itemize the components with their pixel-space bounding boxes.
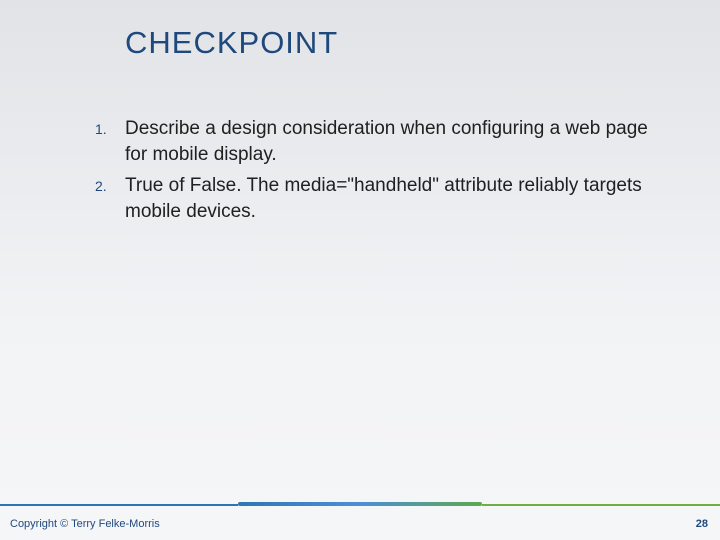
slide-title: CHECKPOINT — [125, 25, 338, 61]
item-number: 1. — [95, 116, 125, 167]
copyright-text: Copyright © Terry Felke-Morris — [10, 518, 160, 530]
page-number: 28 — [696, 518, 708, 530]
item-text: Describe a design consideration when con… — [125, 116, 660, 167]
list-item: 2. True of False. The media="handheld" a… — [95, 173, 660, 224]
list-item: 1. Describe a design consideration when … — [95, 116, 660, 167]
item-number: 2. — [95, 173, 125, 224]
footer-accent-line — [0, 502, 720, 508]
content-list: 1. Describe a design consideration when … — [95, 116, 660, 231]
item-text: True of False. The media="handheld" attr… — [125, 173, 660, 224]
